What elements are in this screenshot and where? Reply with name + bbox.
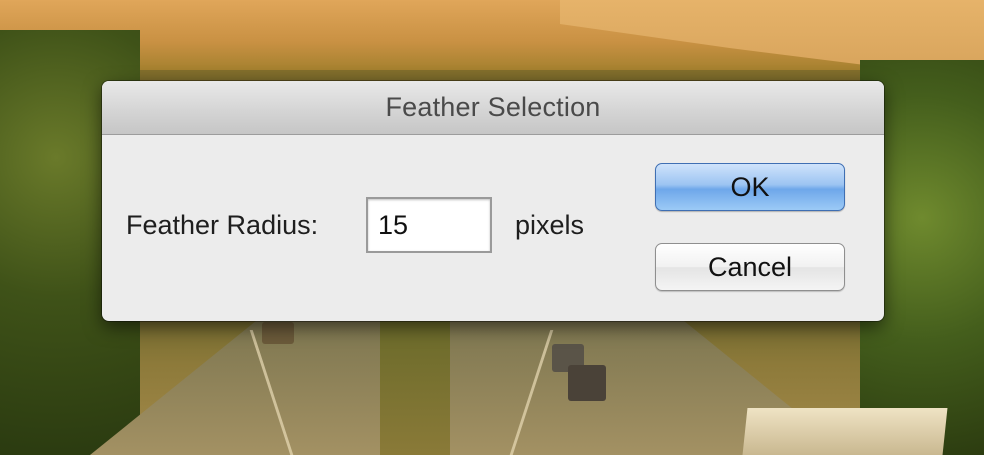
background-road xyxy=(90,320,850,455)
feather-selection-dialog: Feather Selection Feather Radius: pixels… xyxy=(102,81,884,321)
cancel-button[interactable]: Cancel xyxy=(655,243,845,291)
dialog-content: Feather Radius: pixels OK Cancel xyxy=(102,135,884,321)
feather-radius-input[interactable] xyxy=(366,197,492,253)
background-car xyxy=(568,365,606,401)
desktop-background: Feather Selection Feather Radius: pixels… xyxy=(0,0,984,455)
ok-button[interactable]: OK xyxy=(655,163,845,211)
background-median xyxy=(380,320,450,455)
background-truck xyxy=(742,408,948,455)
background-car xyxy=(262,322,294,344)
pixels-unit-label: pixels xyxy=(515,210,585,240)
dialog-title: Feather Selection xyxy=(385,92,601,122)
feather-radius-label: Feather Radius: xyxy=(126,210,319,240)
dialog-titlebar[interactable]: Feather Selection xyxy=(102,81,884,135)
